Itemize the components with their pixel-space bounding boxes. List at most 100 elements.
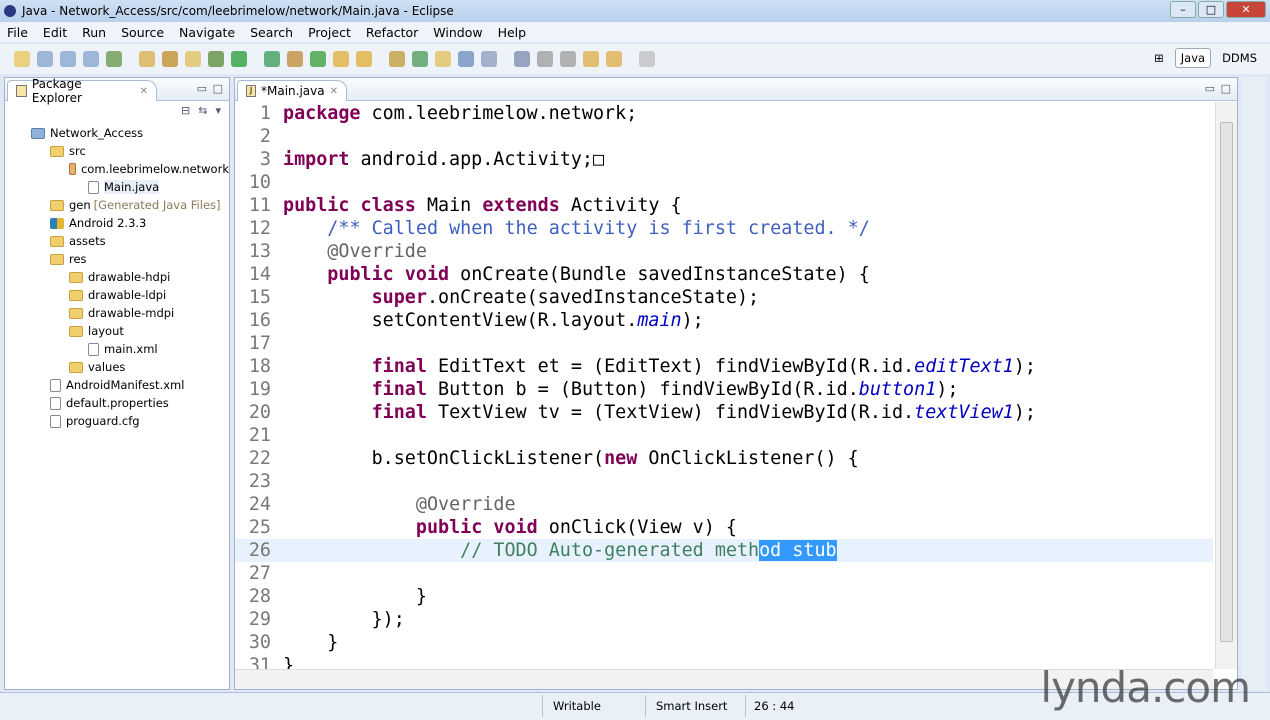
- menu-help[interactable]: Help: [491, 25, 535, 40]
- tree-item[interactable]: default.properties: [5, 394, 229, 412]
- toolbar-button-icon[interactable]: [287, 51, 303, 67]
- open-perspective-button[interactable]: ⊞: [1149, 49, 1169, 67]
- code-line[interactable]: 12 /** Called when the activity is first…: [235, 217, 1213, 240]
- menu-search[interactable]: Search: [243, 25, 301, 40]
- minimize-view-button[interactable]: ▭: [197, 82, 207, 95]
- toolbar-button-icon[interactable]: [60, 51, 76, 67]
- minimize-editor-button[interactable]: ▭: [1205, 82, 1215, 95]
- tree-item[interactable]: com.leebrimelow.network: [5, 160, 229, 178]
- menu-project[interactable]: Project: [301, 25, 359, 40]
- toolbar-button-icon[interactable]: [639, 51, 655, 67]
- code-line[interactable]: 20 final TextView tv = (TextView) findVi…: [235, 401, 1213, 424]
- toolbar-button-icon[interactable]: [481, 51, 497, 67]
- tree-item[interactable]: main.xml: [5, 340, 229, 358]
- ddms-perspective-button[interactable]: DDMS: [1217, 49, 1262, 67]
- code-line[interactable]: 24 @Override: [235, 493, 1213, 516]
- toolbar-button-icon[interactable]: [514, 51, 530, 67]
- toolbar-button-icon[interactable]: [458, 51, 474, 67]
- toolbar-button-icon[interactable]: [264, 51, 280, 67]
- menu-navigate[interactable]: Navigate: [172, 25, 243, 40]
- tree-item[interactable]: src: [5, 142, 229, 160]
- toolbar-button-icon[interactable]: [310, 51, 326, 67]
- code-line[interactable]: 1 package com.leebrimelow.network;: [235, 102, 1213, 125]
- line-number: 15: [248, 287, 271, 308]
- code-line[interactable]: 29 });: [235, 608, 1213, 631]
- maximize-editor-button[interactable]: □: [1221, 82, 1231, 95]
- code-line[interactable]: 16 setContentView(R.layout.main);: [235, 309, 1213, 332]
- view-menu-icon[interactable]: ▾: [215, 104, 221, 117]
- code-line[interactable]: 19 final Button b = (Button) findViewByI…: [235, 378, 1213, 401]
- code-line[interactable]: 21: [235, 424, 1213, 447]
- code-line[interactable]: 13 @Override: [235, 240, 1213, 263]
- code-line[interactable]: 22 b.setOnClickListener(new OnClickListe…: [235, 447, 1213, 470]
- tree-item[interactable]: gen [Generated Java Files]: [5, 196, 229, 214]
- code-line[interactable]: 27: [235, 562, 1213, 585]
- code-line[interactable]: 3 import android.app.Activity;□: [235, 148, 1213, 171]
- toolbar-button-icon[interactable]: [106, 51, 122, 67]
- code-line[interactable]: 30 }: [235, 631, 1213, 654]
- toolbar-button-icon[interactable]: [583, 51, 599, 67]
- tab-main-java[interactable]: J *Main.java ✕: [237, 80, 347, 101]
- close-tab-icon[interactable]: ✕: [140, 86, 148, 97]
- toolbar-button-icon[interactable]: [208, 51, 224, 67]
- code-token: main: [637, 310, 682, 331]
- toolbar-button-icon[interactable]: [412, 51, 428, 67]
- tree-item[interactable]: AndroidManifest.xml: [5, 376, 229, 394]
- toolbar-button-icon[interactable]: [435, 51, 451, 67]
- code-area[interactable]: 1 package com.leebrimelow.network; 2 3 import…: [235, 102, 1213, 669]
- menu-source[interactable]: Source: [114, 25, 172, 40]
- file-icon: [50, 414, 61, 428]
- toolbar-button-icon[interactable]: [356, 51, 372, 67]
- maximize-view-button[interactable]: □: [213, 82, 223, 95]
- code-line[interactable]: 26 // TODO Auto-generated method stub: [235, 539, 1213, 562]
- java-perspective-button[interactable]: Java: [1174, 48, 1212, 68]
- tree-item[interactable]: values: [5, 358, 229, 376]
- close-button[interactable]: ✕: [1226, 1, 1266, 18]
- vertical-scrollbar[interactable]: [1215, 102, 1237, 669]
- tree-item[interactable]: layout: [5, 322, 229, 340]
- code-line[interactable]: 10: [235, 171, 1213, 194]
- toolbar-button-icon[interactable]: [83, 51, 99, 67]
- toolbar-button-icon[interactable]: [139, 51, 155, 67]
- toolbar-button-icon[interactable]: [14, 51, 30, 67]
- toolbar-button-icon[interactable]: [606, 51, 622, 67]
- tree-item[interactable]: res: [5, 250, 229, 268]
- code-line[interactable]: 18 final EditText et = (EditText) findVi…: [235, 355, 1213, 378]
- link-with-editor-icon[interactable]: ⇆: [198, 104, 207, 117]
- tree-item[interactable]: Android 2.3.3: [5, 214, 229, 232]
- tree-item[interactable]: drawable-mdpi: [5, 304, 229, 322]
- tree-item[interactable]: drawable-ldpi: [5, 286, 229, 304]
- code-line[interactable]: 15 super.onCreate(savedInstanceState);: [235, 286, 1213, 309]
- code-line[interactable]: 17: [235, 332, 1213, 355]
- package-explorer-tab[interactable]: Package Explorer ✕: [7, 77, 157, 105]
- tree-item[interactable]: assets: [5, 232, 229, 250]
- menu-edit[interactable]: Edit: [36, 25, 75, 40]
- toolbar-button-icon[interactable]: [389, 51, 405, 67]
- maximize-button[interactable]: □: [1198, 1, 1224, 18]
- toolbar-button-icon[interactable]: [333, 51, 349, 67]
- close-tab-icon[interactable]: ✕: [330, 86, 338, 97]
- toolbar-button-icon[interactable]: [37, 51, 53, 67]
- code-line[interactable]: 23: [235, 470, 1213, 493]
- code-line[interactable]: 28 }: [235, 585, 1213, 608]
- tree-item[interactable]: proguard.cfg: [5, 412, 229, 430]
- code-line[interactable]: 11 public class Main extends Activity {: [235, 194, 1213, 217]
- toolbar-button-icon[interactable]: [185, 51, 201, 67]
- toolbar-button-icon[interactable]: [560, 51, 576, 67]
- code-line[interactable]: 2: [235, 125, 1213, 148]
- code-line[interactable]: 25 public void onClick(View v) {: [235, 516, 1213, 539]
- menu-run[interactable]: Run: [75, 25, 114, 40]
- toolbar-button-icon[interactable]: [537, 51, 553, 67]
- menu-file[interactable]: File: [0, 25, 36, 40]
- code-line[interactable]: 14 public void onCreate(Bundle savedInst…: [235, 263, 1213, 286]
- menu-refactor[interactable]: Refactor: [359, 25, 426, 40]
- tree-item[interactable]: Main.java: [5, 178, 229, 196]
- minimize-button[interactable]: –: [1170, 1, 1196, 18]
- toolbar-button-icon[interactable]: [162, 51, 178, 67]
- menu-window[interactable]: Window: [426, 25, 490, 40]
- toolbar-button-icon[interactable]: [231, 51, 247, 67]
- tree-item[interactable]: drawable-hdpi: [5, 268, 229, 286]
- tree-item-label: values: [88, 360, 126, 374]
- tree-item[interactable]: Network_Access: [5, 124, 229, 142]
- collapse-all-icon[interactable]: ⊟: [181, 104, 190, 117]
